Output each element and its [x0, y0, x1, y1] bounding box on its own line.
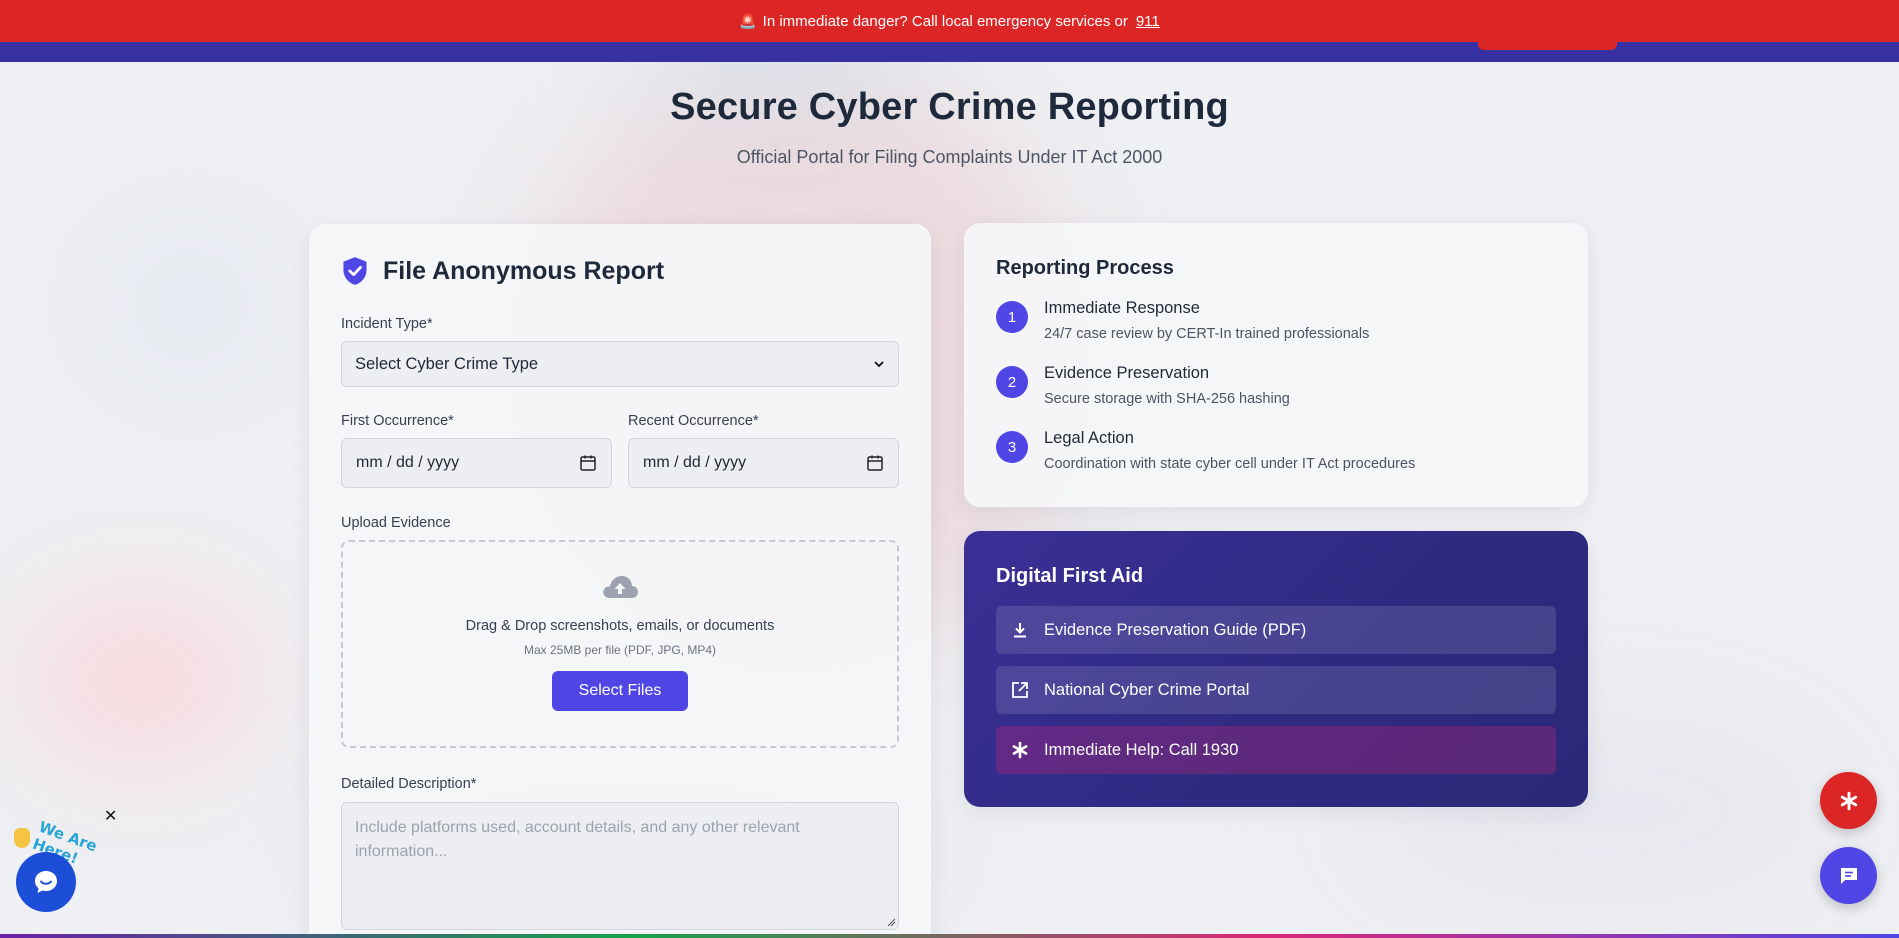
- step-description: Coordination with state cyber cell under…: [1044, 456, 1416, 472]
- incident-type-label: Incident Type*: [341, 316, 433, 332]
- first-occurrence-value: mm / dd / yyyy: [356, 454, 460, 471]
- live-chat-widget: ✕ We Are Here!: [12, 806, 117, 916]
- immediate-help-link[interactable]: Immediate Help: Call 1930: [996, 726, 1556, 774]
- upload-evidence-label: Upload Evidence: [341, 515, 451, 531]
- step-title: Immediate Response: [1044, 299, 1200, 317]
- cloud-upload-icon: [603, 576, 638, 598]
- close-icon[interactable]: ✕: [104, 806, 117, 826]
- process-step: 1 Immediate Response 24/7 case review by…: [996, 299, 1556, 342]
- emergency-alert-bar: 🚨 In immediate danger? Call local emerge…: [0, 0, 1899, 42]
- chat-fab-button[interactable]: [1820, 847, 1877, 904]
- recent-occurrence-label: Recent Occurrence*: [628, 413, 759, 429]
- form-title-text: File Anonymous Report: [383, 256, 665, 285]
- step-title: Legal Action: [1044, 429, 1134, 447]
- form-title: File Anonymous Report: [341, 256, 899, 286]
- navigation-bar: [0, 42, 1899, 62]
- page-title: Secure Cyber Crime Reporting: [670, 86, 1229, 128]
- description-placeholder: Include platforms used, account details,…: [355, 819, 800, 860]
- process-steps: 1 Immediate Response 24/7 case review by…: [996, 299, 1556, 472]
- digital-first-aid-card: Digital First Aid Evidence Preservation …: [964, 531, 1588, 807]
- chat-bubble-icon: [35, 871, 57, 893]
- nav-report-button[interactable]: [1478, 42, 1617, 50]
- download-icon: [1010, 620, 1030, 640]
- incident-type-value: Select Cyber Crime Type: [355, 354, 539, 373]
- description-textarea[interactable]: Include platforms used, account details,…: [341, 802, 899, 930]
- dropzone-text: Drag & Drop screenshots, emails, or docu…: [465, 618, 775, 634]
- resize-handle-icon[interactable]: [886, 917, 896, 927]
- dropzone-hint: Max 25MB per file (PDF, JPG, MP4): [523, 643, 717, 657]
- file-dropzone[interactable]: Drag & Drop screenshots, emails, or docu…: [341, 540, 899, 748]
- evidence-guide-label: Evidence Preservation Guide (PDF): [1044, 620, 1307, 639]
- recent-occurrence-input[interactable]: mm / dd / yyyy: [628, 438, 899, 488]
- recent-occurrence-value: mm / dd / yyyy: [643, 454, 747, 471]
- first-aid-heading: Digital First Aid: [996, 565, 1144, 587]
- step-number-badge: 2: [996, 366, 1028, 398]
- alert-text: In immediate danger? Call local emergenc…: [762, 12, 1128, 30]
- reporting-process-card: Reporting Process 1 Immediate Response 2…: [964, 223, 1588, 507]
- national-portal-link[interactable]: National Cyber Crime Portal: [996, 666, 1556, 714]
- first-occurrence-input[interactable]: mm / dd / yyyy: [341, 438, 612, 488]
- chat-launcher-button[interactable]: [16, 852, 76, 912]
- waving-hand-icon: [14, 828, 30, 848]
- bottom-accent-line: [0, 934, 1899, 938]
- national-portal-label: National Cyber Crime Portal: [1044, 680, 1250, 699]
- incident-type-select[interactable]: Select Cyber Crime Type: [341, 341, 899, 387]
- immediate-help-label: Immediate Help: Call 1930: [1044, 740, 1239, 759]
- step-number-badge: 3: [996, 431, 1028, 463]
- calendar-icon[interactable]: [866, 454, 884, 472]
- step-description: 24/7 case review by CERT-In trained prof…: [1044, 326, 1370, 342]
- process-step: 2 Evidence Preservation Secure storage w…: [996, 364, 1556, 407]
- description-label: Detailed Description*: [341, 776, 477, 792]
- emergency-fab-button[interactable]: [1820, 772, 1877, 829]
- page-subtitle: Official Portal for Filing Complaints Un…: [736, 147, 1163, 167]
- report-form-card: File Anonymous Report Incident Type* Sel…: [309, 224, 931, 938]
- step-description: Secure storage with SHA-256 hashing: [1044, 391, 1290, 407]
- chat-message-icon: [1840, 867, 1857, 884]
- select-files-button[interactable]: Select Files: [552, 671, 688, 711]
- siren-icon: 🚨: [739, 12, 757, 29]
- process-step: 3 Legal Action Coordination with state c…: [996, 429, 1556, 472]
- external-link-icon: [1010, 680, 1030, 700]
- chevron-down-icon: [874, 361, 884, 368]
- asterisk-icon: [1010, 740, 1030, 760]
- step-title: Evidence Preservation: [1044, 364, 1210, 382]
- step-number-badge: 1: [996, 301, 1028, 333]
- emergency-number-link[interactable]: 911: [1136, 13, 1160, 30]
- first-occurrence-label: First Occurrence*: [341, 413, 454, 429]
- calendar-icon[interactable]: [579, 454, 597, 472]
- reporting-process-heading: Reporting Process: [996, 257, 1174, 279]
- asterisk-icon: [1840, 791, 1857, 810]
- hero-section: Secure Cyber Crime Reporting Official Po…: [0, 86, 1899, 168]
- evidence-guide-link[interactable]: Evidence Preservation Guide (PDF): [996, 606, 1556, 654]
- shield-check-icon: [343, 257, 367, 285]
